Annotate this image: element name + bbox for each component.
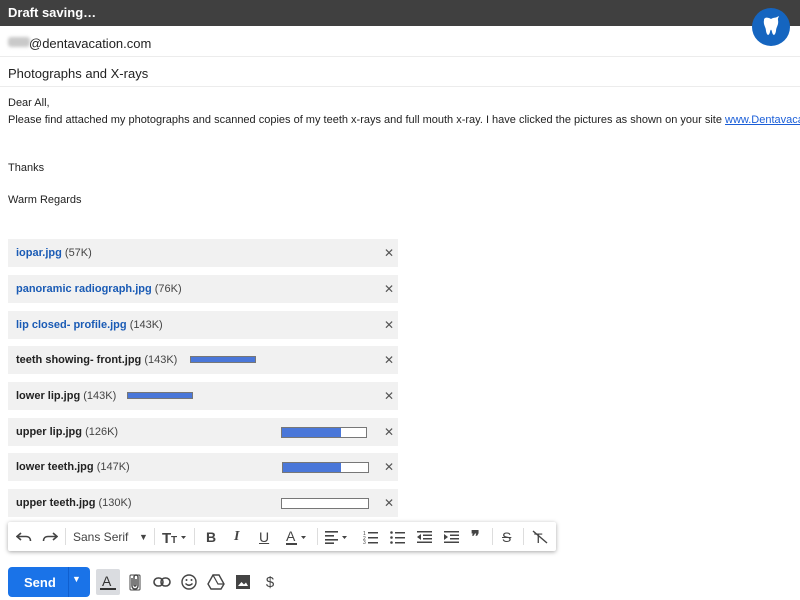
- send-options-caret-icon[interactable]: ▼: [72, 574, 81, 584]
- indent-more-icon[interactable]: [444, 528, 460, 546]
- remove-attachment-icon[interactable]: ✕: [384, 496, 394, 510]
- remove-attachment-icon[interactable]: ✕: [384, 389, 394, 403]
- emoji-icon[interactable]: [179, 572, 199, 592]
- send-label: Send: [24, 575, 56, 590]
- upload-progress-bar: [281, 498, 369, 509]
- send-button[interactable]: Send ▼: [8, 567, 90, 597]
- drive-icon[interactable]: [206, 572, 226, 592]
- strikethrough-icon[interactable]: S: [502, 528, 511, 546]
- remove-formatting-icon[interactable]: T: [532, 528, 548, 546]
- upload-progress-bar: [282, 462, 369, 473]
- window-titlebar: Draft saving…: [0, 0, 800, 26]
- font-select-label: Sans Serif: [73, 530, 129, 544]
- attachment-item[interactable]: iopar.jpg (57K) ✕: [8, 239, 398, 267]
- toolbar-separator: [154, 528, 155, 545]
- toolbar-separator: [65, 528, 66, 545]
- redacted-username: [8, 37, 30, 47]
- body-regards: Warm Regards: [8, 194, 82, 206]
- upload-progress-bar: [127, 392, 193, 399]
- remove-attachment-icon[interactable]: ✕: [384, 460, 394, 474]
- toolbar-separator: [317, 528, 318, 545]
- text-color-icon[interactable]: A: [286, 528, 310, 546]
- bulleted-list-icon[interactable]: [390, 528, 406, 546]
- toolbar-separator: [194, 528, 195, 545]
- photo-icon[interactable]: [233, 572, 253, 592]
- redo-icon[interactable]: [42, 528, 58, 546]
- body-line-1: Please find attached my photographs and …: [8, 114, 800, 126]
- subject-text: Photographs and X-rays: [8, 66, 149, 81]
- remove-attachment-icon[interactable]: ✕: [384, 282, 394, 296]
- toolbar-separator: [492, 528, 493, 545]
- to-field[interactable]: @dentavacation.com: [0, 29, 800, 57]
- attachment-name[interactable]: lip closed- profile.jpg (143K): [16, 319, 163, 331]
- attach-icon[interactable]: [125, 572, 145, 592]
- svg-text:A: A: [102, 573, 112, 589]
- body-thanks: Thanks: [8, 162, 45, 174]
- numbered-list-icon[interactable]: 123: [363, 528, 379, 546]
- undo-icon[interactable]: [16, 528, 32, 546]
- toolbar-separator: [523, 528, 524, 545]
- dollar-icon[interactable]: $: [260, 572, 280, 592]
- attachment-name: upper lip.jpg (126K): [16, 426, 119, 438]
- svg-text:A: A: [286, 529, 296, 544]
- attachment-item: lower teeth.jpg (147K) ✕: [8, 453, 398, 481]
- subject-field[interactable]: Photographs and X-rays: [0, 59, 800, 87]
- formatting-toolbar: Sans Serif ▼ TT B I U A 123 ❞ S T: [8, 522, 556, 551]
- remove-attachment-icon[interactable]: ✕: [384, 425, 394, 439]
- attachment-name: teeth showing- front.jpg (143K): [16, 354, 178, 366]
- attachment-item[interactable]: panoramic radiograph.jpg (76K) ✕: [8, 275, 398, 303]
- attachment-name[interactable]: panoramic radiograph.jpg (76K): [16, 283, 182, 295]
- svg-text:T: T: [171, 535, 177, 544]
- attachment-item: upper lip.jpg (126K) ✕: [8, 418, 398, 446]
- attachment-name: lower teeth.jpg (147K): [16, 461, 130, 473]
- quote-icon[interactable]: ❞: [471, 528, 480, 546]
- remove-attachment-icon[interactable]: ✕: [384, 353, 394, 367]
- link-icon[interactable]: [152, 572, 172, 592]
- attachment-item: lower lip.jpg (143K) ✕: [8, 382, 398, 410]
- attachment-name[interactable]: iopar.jpg (57K): [16, 247, 92, 259]
- body-greeting: Dear All,: [8, 97, 50, 109]
- svg-text:3: 3: [363, 540, 366, 544]
- italic-icon[interactable]: I: [234, 528, 239, 546]
- site-link[interactable]: www.Dentavaca: [725, 114, 800, 126]
- attachment-name: lower lip.jpg (143K): [16, 390, 117, 402]
- font-size-icon[interactable]: TT: [162, 528, 188, 546]
- remove-attachment-icon[interactable]: ✕: [384, 318, 394, 332]
- attachment-item: upper teeth.jpg (130K) ✕: [8, 489, 398, 517]
- attachment-item[interactable]: lip closed- profile.jpg (143K) ✕: [8, 311, 398, 339]
- svg-text:T: T: [162, 530, 171, 544]
- remove-attachment-icon[interactable]: ✕: [384, 246, 394, 260]
- align-icon[interactable]: [325, 528, 351, 546]
- indent-less-icon[interactable]: [417, 528, 433, 546]
- formatting-icon[interactable]: A: [98, 572, 118, 592]
- window-title: Draft saving…: [8, 5, 97, 20]
- attachment-name: upper teeth.jpg (130K): [16, 497, 132, 509]
- bold-icon[interactable]: B: [206, 528, 216, 546]
- font-select[interactable]: Sans Serif: [73, 528, 128, 546]
- upload-progress-bar: [190, 356, 256, 363]
- send-split-divider: [68, 567, 69, 597]
- to-email: @dentavacation.com: [29, 36, 152, 51]
- upload-progress-bar: [281, 427, 367, 438]
- attachment-item: teeth showing- front.jpg (143K) ✕: [8, 346, 398, 374]
- tooth-icon: [752, 8, 790, 46]
- font-dropdown-caret-icon[interactable]: ▼: [139, 528, 148, 546]
- body-line-1-text: Please find attached my photographs and …: [8, 114, 726, 126]
- underline-icon[interactable]: U: [259, 528, 269, 546]
